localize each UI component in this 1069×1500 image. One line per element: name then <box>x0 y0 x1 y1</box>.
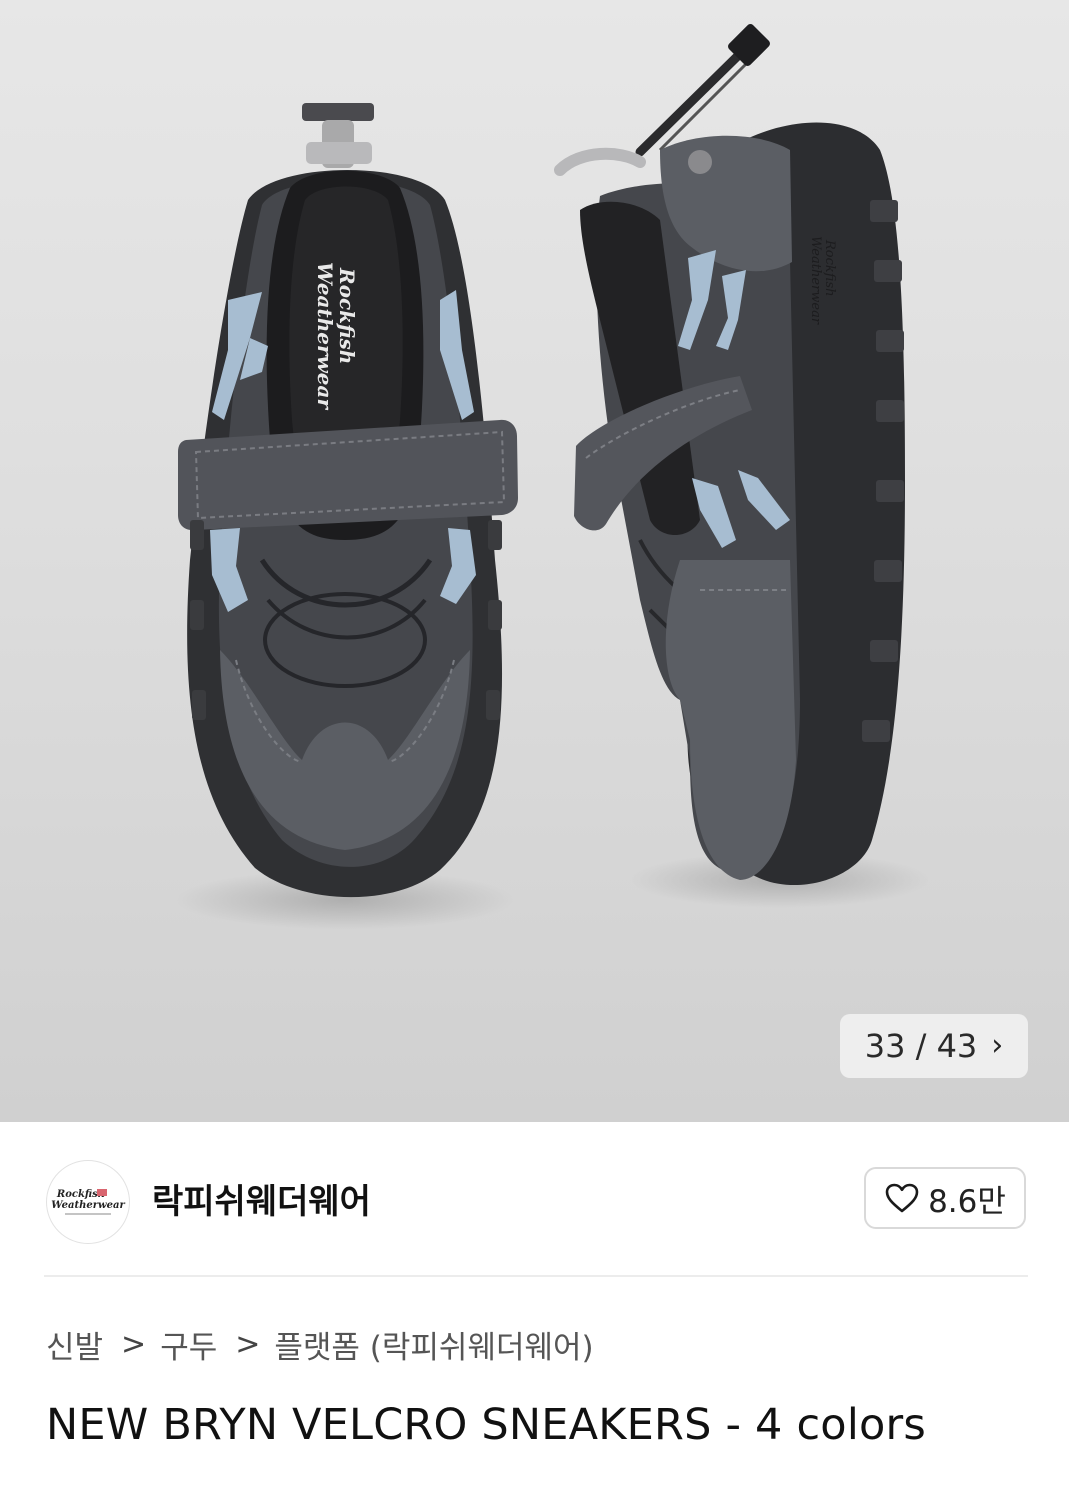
breadcrumb-item-platform[interactable]: 플랫폼 (락피쉬웨더웨어) <box>274 1322 593 1367</box>
left-shoe-top-view: Rockfish Weatherwear <box>178 103 518 898</box>
like-count: 8.6만 <box>928 1183 1006 1220</box>
breadcrumb-separator-icon: > <box>121 1327 147 1362</box>
heart-icon <box>884 1182 920 1214</box>
chevron-right-icon: › <box>991 1028 1004 1063</box>
product-title: NEW BRYN VELCRO SNEAKERS - 4 colors <box>46 1400 926 1450</box>
breadcrumb-item-dress-shoes[interactable]: 구두 <box>160 1322 217 1367</box>
image-counter[interactable]: 33 / 43 › <box>840 1014 1028 1078</box>
brand-logo: Rockfish Weatherwear <box>51 1189 125 1215</box>
insole-logo-text-2: Weatherwear <box>313 262 337 410</box>
product-photo: Rockfish Weatherwear Rockfish Weatherwea… <box>175 24 930 930</box>
sole-logo-text-2: Weatherwear <box>808 236 823 325</box>
brand-avatar[interactable]: Rockfish Weatherwear <box>46 1160 130 1244</box>
divider <box>44 1275 1028 1277</box>
breadcrumb-item-shoes[interactable]: 신발 <box>46 1322 103 1367</box>
insole-logo-text-1: Rockfish <box>335 267 359 364</box>
brand-logo-line-2: Weatherwear <box>51 1200 125 1211</box>
product-image-gallery[interactable]: Rockfish Weatherwear Rockfish Weatherwea… <box>0 0 1069 1122</box>
sole-logo-text-1: Rockfish <box>822 239 837 297</box>
breadcrumb: 신발 > 구두 > 플랫폼 (락피쉬웨더웨어) <box>46 1322 594 1367</box>
breadcrumb-separator-icon: > <box>235 1327 261 1362</box>
brand-row: Rockfish Weatherwear 락피쉬웨더웨어 8.6만 <box>0 1122 1069 1276</box>
like-button[interactable]: 8.6만 <box>864 1167 1026 1229</box>
image-counter-text: 33 / 43 <box>864 1027 978 1065</box>
brand-name[interactable]: 락피쉬웨더웨어 <box>152 1174 371 1223</box>
right-shoe-side-view: Rockfish Weatherwear <box>554 24 905 886</box>
